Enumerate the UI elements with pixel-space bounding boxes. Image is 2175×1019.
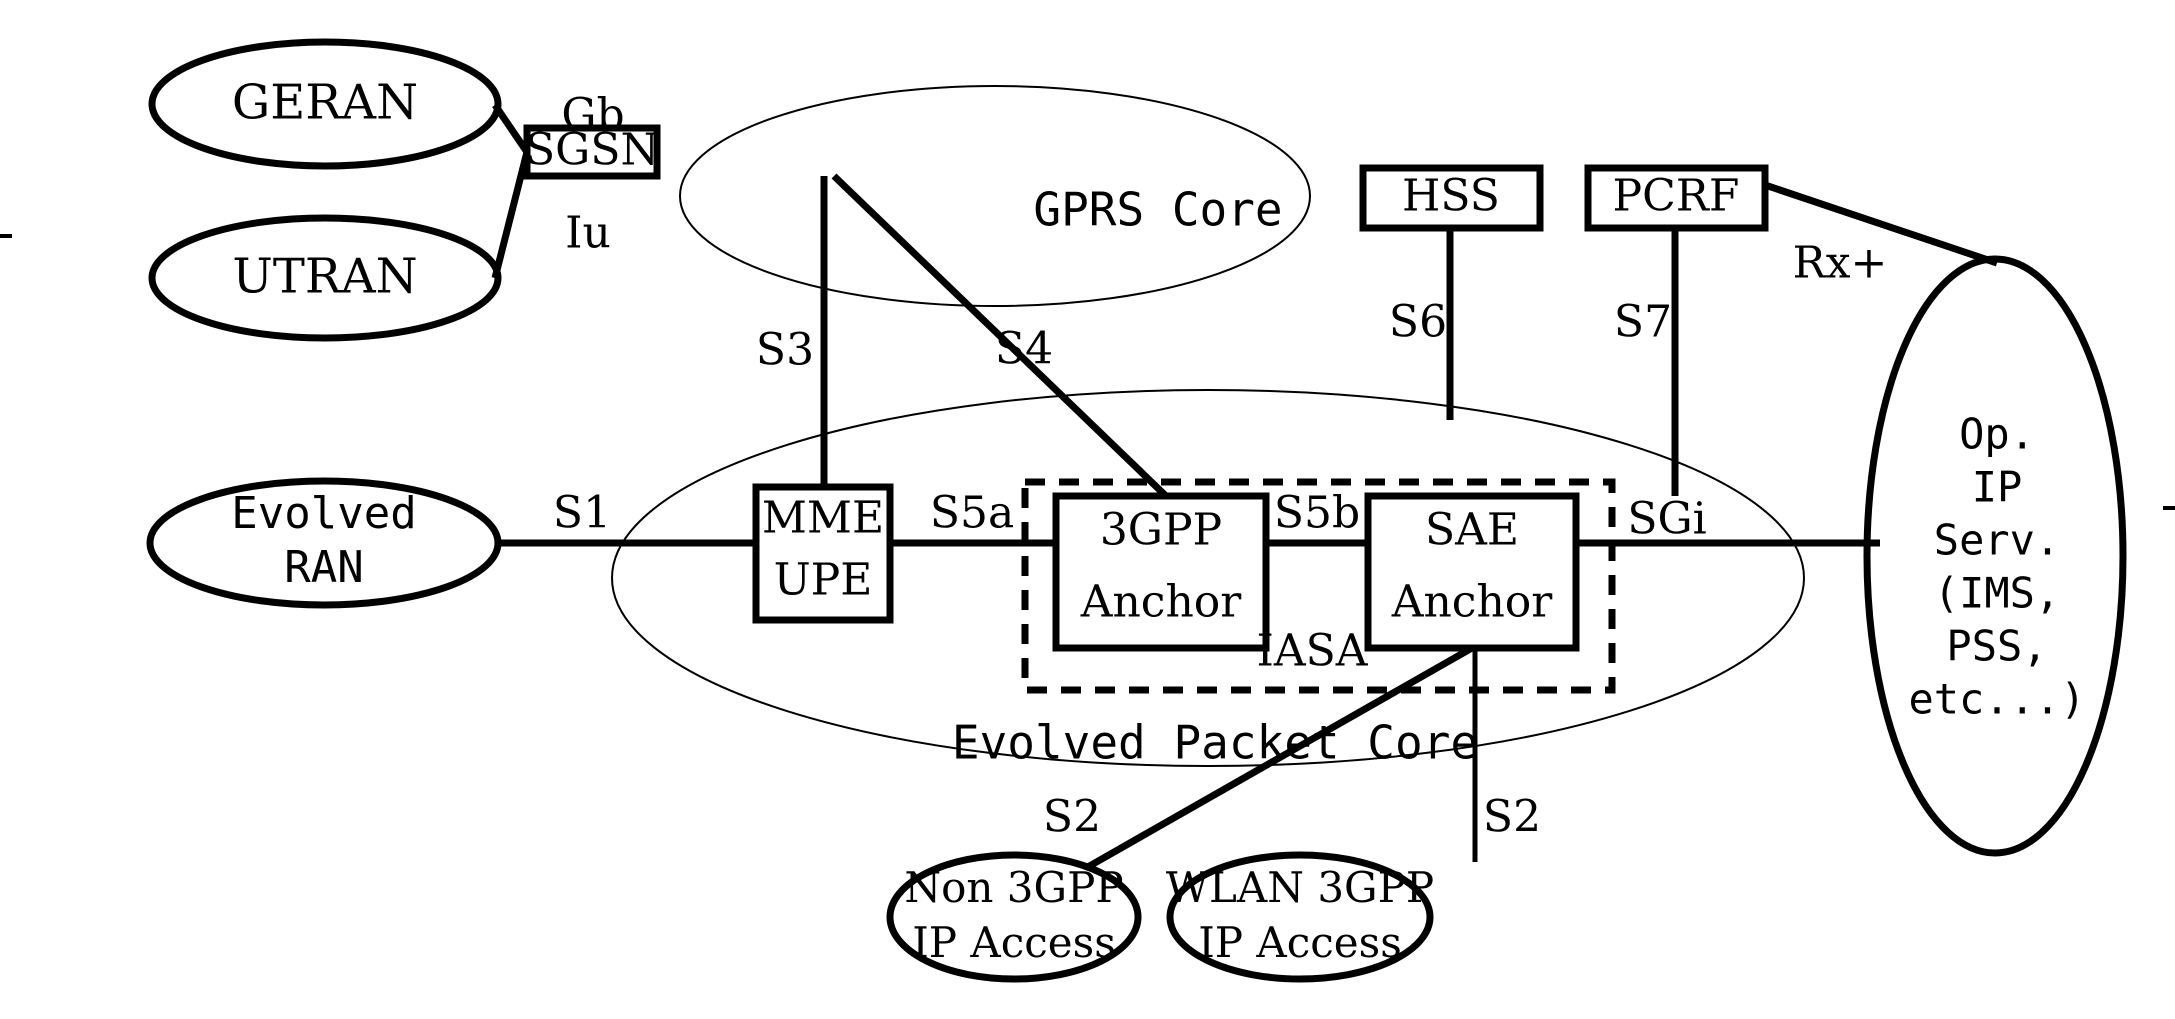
geran-label: GERAN bbox=[232, 75, 418, 131]
wlan-3gpp-label-line2: IP Access bbox=[1198, 918, 1402, 967]
iface-label-s6: S6 bbox=[1389, 297, 1447, 348]
evolved-ran-label-line1: Evolved bbox=[231, 488, 416, 539]
op-ip-serv-line-6: etc...) bbox=[1908, 675, 2085, 724]
iface-label-s2-wlan: S2 bbox=[1483, 792, 1541, 843]
non-3gpp-label-line2: IP Access bbox=[912, 918, 1116, 967]
sae-anchor-label-line1: SAE bbox=[1425, 505, 1519, 556]
hss-label: HSS bbox=[1402, 171, 1500, 222]
op-ip-serv-line-1: Op. bbox=[1959, 410, 2035, 459]
iasa-label: IASA bbox=[1256, 626, 1368, 677]
op-ip-serv-line-4: (IMS, bbox=[1934, 569, 2060, 618]
evolved-ran-label-line2: RAN bbox=[284, 542, 363, 593]
iface-label-s4: S4 bbox=[995, 324, 1053, 375]
iface-label-sgi: SGi bbox=[1627, 494, 1706, 545]
iface-label-s2-non-3gpp: S2 bbox=[1043, 792, 1101, 843]
op-ip-serv-line-3: Serv. bbox=[1934, 516, 2060, 565]
3gpp-anchor-label-line1: 3GPP bbox=[1100, 505, 1222, 556]
pcrf-label: PCRF bbox=[1613, 171, 1740, 222]
utran-label: UTRAN bbox=[232, 249, 417, 305]
iface-label-iu: Iu bbox=[565, 208, 611, 259]
3gpp-anchor-label-line2: Anchor bbox=[1080, 577, 1243, 628]
iface-label-s5b: S5b bbox=[1274, 488, 1360, 539]
iface-label-s1: S1 bbox=[553, 488, 611, 539]
diagram-canvas: GERAN UTRAN Evolved RAN Non 3GPP IP Acce… bbox=[0, 0, 2175, 1019]
op-ip-serv-line-2: IP bbox=[1972, 463, 2023, 512]
iface-label-s7: S7 bbox=[1614, 297, 1672, 348]
iface-label-gb: Gb bbox=[561, 90, 624, 141]
mme-upe-label-line2: UPE bbox=[774, 555, 873, 606]
iface-label-s3: S3 bbox=[756, 325, 814, 376]
non-3gpp-label-line1: Non 3GPP bbox=[904, 863, 1123, 912]
sae-anchor-label-line2: Anchor bbox=[1391, 577, 1554, 628]
wlan-3gpp-label-line1: WLAN 3GPP bbox=[1166, 863, 1434, 912]
evolved-packet-core-label: Evolved Packet Core bbox=[952, 716, 1478, 770]
gprs-core-label: GPRS Core bbox=[1033, 183, 1282, 237]
network-architecture-diagram: GERAN UTRAN Evolved RAN Non 3GPP IP Acce… bbox=[0, 38, 2175, 983]
mme-upe-label-line1: MME bbox=[762, 493, 884, 544]
iface-label-s5a: S5a bbox=[930, 488, 1014, 539]
iface-label-rx-plus: Rx+ bbox=[1793, 238, 1888, 289]
op-ip-serv-line-5: PSS, bbox=[1946, 622, 2047, 671]
link-iu bbox=[491, 151, 531, 279]
